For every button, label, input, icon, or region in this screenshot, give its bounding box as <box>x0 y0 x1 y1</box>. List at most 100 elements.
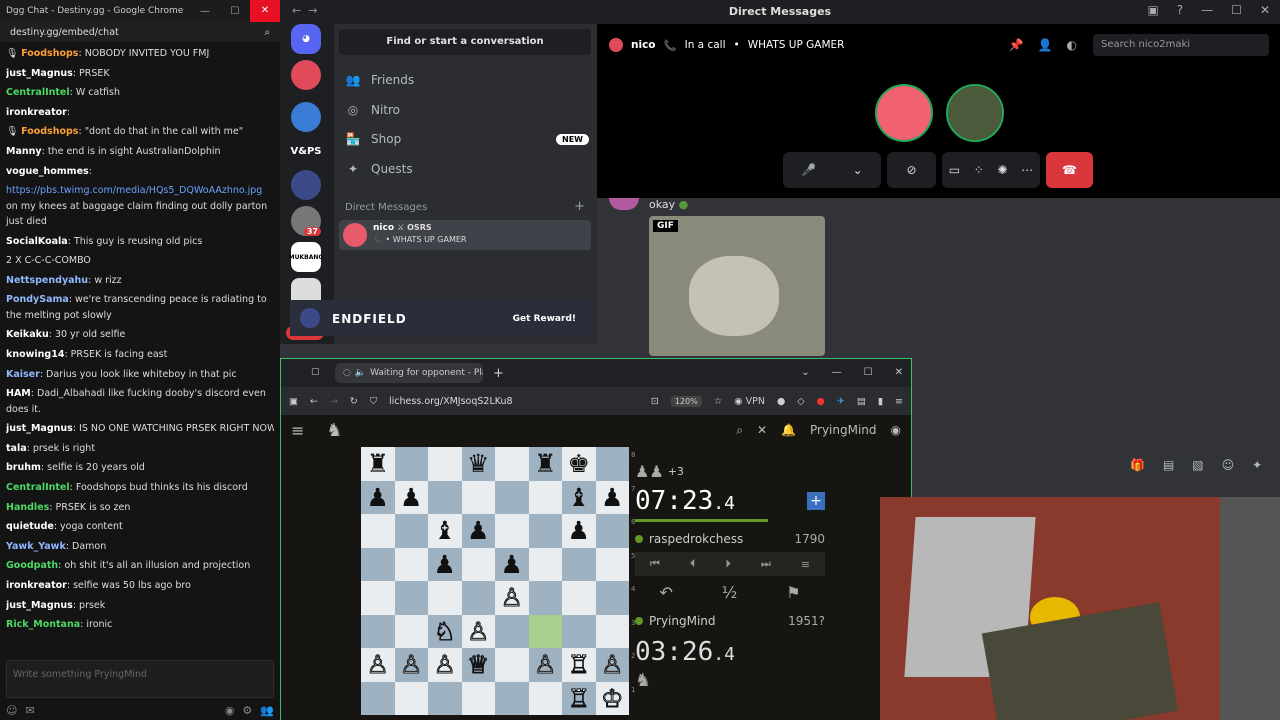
board-square[interactable] <box>461 547 495 581</box>
users-icon[interactable]: 👥 <box>260 704 274 717</box>
server-mukbang[interactable]: MUKBANG <box>289 242 323 272</box>
chat-username[interactable]: HAM <box>6 388 31 399</box>
chat-username[interactable]: ironkreator <box>6 580 67 591</box>
board-square[interactable] <box>428 447 462 481</box>
hamburger-icon[interactable]: ≡ <box>291 421 304 440</box>
prev-move-icon[interactable]: ⏴ <box>690 557 696 571</box>
nav-item-shop[interactable]: 🏪 Shop NEW <box>344 127 589 151</box>
disconnect-button[interactable]: ☎ <box>1045 152 1093 188</box>
black-piece[interactable]: ♟ <box>367 485 389 510</box>
tab-menu-icon[interactable]: ▢ <box>311 367 320 377</box>
board-square[interactable]: ♚ <box>562 447 596 481</box>
discord-home-icon[interactable]: ◕ <box>291 24 321 54</box>
avatar-user[interactable] <box>946 84 1004 142</box>
add-time-button[interactable]: + <box>807 492 825 510</box>
board-square[interactable]: ♟ <box>428 547 462 581</box>
chat-input[interactable]: Write something PryingMind <box>6 660 274 698</box>
board-square[interactable] <box>495 480 529 514</box>
board-square[interactable]: ♝ <box>562 480 596 514</box>
board-square[interactable]: ♖ <box>562 648 596 682</box>
chat-username[interactable]: Keikaku <box>6 329 49 340</box>
maximize-button[interactable]: ☐ <box>864 367 873 378</box>
board-square[interactable]: ♙ <box>495 581 529 615</box>
chat-username[interactable]: just_Magnus <box>6 600 73 611</box>
board-square[interactable] <box>495 681 529 715</box>
board-square[interactable] <box>361 547 395 581</box>
white-piece[interactable]: ♙ <box>534 652 557 678</box>
promo-banner[interactable]: ENDFIELD Get Reward! <box>290 300 590 336</box>
board-square[interactable] <box>361 614 395 648</box>
board-square[interactable]: ♙ <box>528 648 562 682</box>
board-square[interactable] <box>562 581 596 615</box>
zoom-level[interactable]: 120% <box>670 395 702 407</box>
gift-icon[interactable]: 🎁 <box>1130 458 1145 472</box>
next-move-icon[interactable]: ⏵ <box>725 557 731 571</box>
board-square[interactable] <box>528 614 562 648</box>
board-square[interactable] <box>595 547 629 581</box>
extension-icon[interactable]: ◇ <box>797 396 804 407</box>
last-move-icon[interactable]: ⏭ <box>761 557 771 571</box>
nav-item-nitro[interactable]: ◎ Nitro <box>344 98 589 122</box>
chat-username[interactable]: CentralIntel <box>6 87 70 98</box>
extension-icon[interactable]: ▮ <box>878 396 883 407</box>
chat-username[interactable]: Handles <box>6 502 49 513</box>
board-square[interactable] <box>361 514 395 548</box>
white-piece[interactable]: ♕ <box>467 652 490 678</box>
extension-icon[interactable]: ● <box>777 396 785 407</box>
white-piece[interactable]: ♖ <box>567 652 590 678</box>
black-piece[interactable]: ♟ <box>467 518 489 543</box>
chat-username[interactable]: ironkreator <box>6 107 67 118</box>
opponent-name[interactable]: raspedrokchess <box>649 532 743 546</box>
whisper-icon[interactable]: ✉ <box>25 704 34 717</box>
white-piece[interactable]: ♖ <box>567 685 590 711</box>
black-piece[interactable]: ♜ <box>367 451 389 476</box>
board-square[interactable] <box>461 480 495 514</box>
board-square[interactable] <box>394 547 428 581</box>
board-square[interactable] <box>361 681 395 715</box>
tools-icon[interactable]: ✕ <box>757 423 767 437</box>
extension-icon[interactable]: ✈ <box>837 396 845 407</box>
board-square[interactable] <box>595 514 629 548</box>
board-square[interactable] <box>528 681 562 715</box>
board-square[interactable] <box>595 614 629 648</box>
emote-icon[interactable]: ☺ <box>6 704 17 717</box>
board-square[interactable]: ♟ <box>562 514 596 548</box>
board-square[interactable]: ♜ <box>361 447 395 481</box>
sticker-icon[interactable]: ▧ <box>1192 458 1203 472</box>
chat-username[interactable]: Kaiser <box>6 369 40 380</box>
board-square[interactable] <box>428 480 462 514</box>
board-square[interactable]: ♙ <box>595 648 629 682</box>
takeback-icon[interactable]: ↶ <box>659 583 672 602</box>
chess-board[interactable]: ♜ ♛ ♜ ♚ ♟ ♟ ♝ ♟ ♝ ♟ ♟ ♟ ♟ ♙ ♘ ♙ ♙ ♙ ♙ ♕ ♙ ♖ ♙ ♖ ♔ <box>361 447 629 715</box>
offer-draw-button[interactable]: ½ <box>722 583 738 602</box>
board-square[interactable] <box>461 581 495 615</box>
black-piece[interactable]: ♝ <box>568 485 590 510</box>
add-friend-icon[interactable]: 👤 <box>1038 38 1053 52</box>
board-square[interactable] <box>495 614 529 648</box>
chat-username[interactable]: Nettspendyahu <box>6 275 88 286</box>
white-piece[interactable]: ♙ <box>366 652 389 678</box>
white-piece[interactable]: ♙ <box>500 585 523 611</box>
board-square[interactable] <box>528 547 562 581</box>
board-square[interactable]: ♜ <box>528 447 562 481</box>
board-square[interactable]: ♙ <box>394 648 428 682</box>
chat-username[interactable]: vogue_hommes <box>6 166 89 177</box>
reload-icon[interactable]: ↻ <box>350 396 358 407</box>
mute-button[interactable]: 🎤 ⌄ <box>783 152 881 188</box>
black-piece[interactable]: ♟ <box>400 485 422 510</box>
board-square[interactable] <box>428 581 462 615</box>
install-icon[interactable]: ⊡ <box>651 396 659 407</box>
white-piece[interactable]: ♔ <box>601 685 624 711</box>
inbox-icon[interactable]: ▣ <box>1147 3 1158 17</box>
board-square[interactable]: ♖ <box>562 681 596 715</box>
chat-username[interactable]: CentralIntel <box>6 482 70 493</box>
chat-username[interactable]: Goodpath <box>6 560 58 571</box>
browser-tab[interactable]: ◌🔈Waiting for opponent - Pla✕ <box>335 363 483 383</box>
white-piece[interactable]: ♙ <box>400 652 423 678</box>
profile-icon[interactable]: ◐ <box>1067 38 1077 52</box>
white-piece[interactable]: ♙ <box>601 652 624 678</box>
white-piece[interactable]: ♙ <box>433 652 456 678</box>
board-square[interactable] <box>495 514 529 548</box>
bookmark-star-icon[interactable]: ☆ <box>714 396 723 407</box>
back-icon[interactable]: ← <box>310 396 318 407</box>
